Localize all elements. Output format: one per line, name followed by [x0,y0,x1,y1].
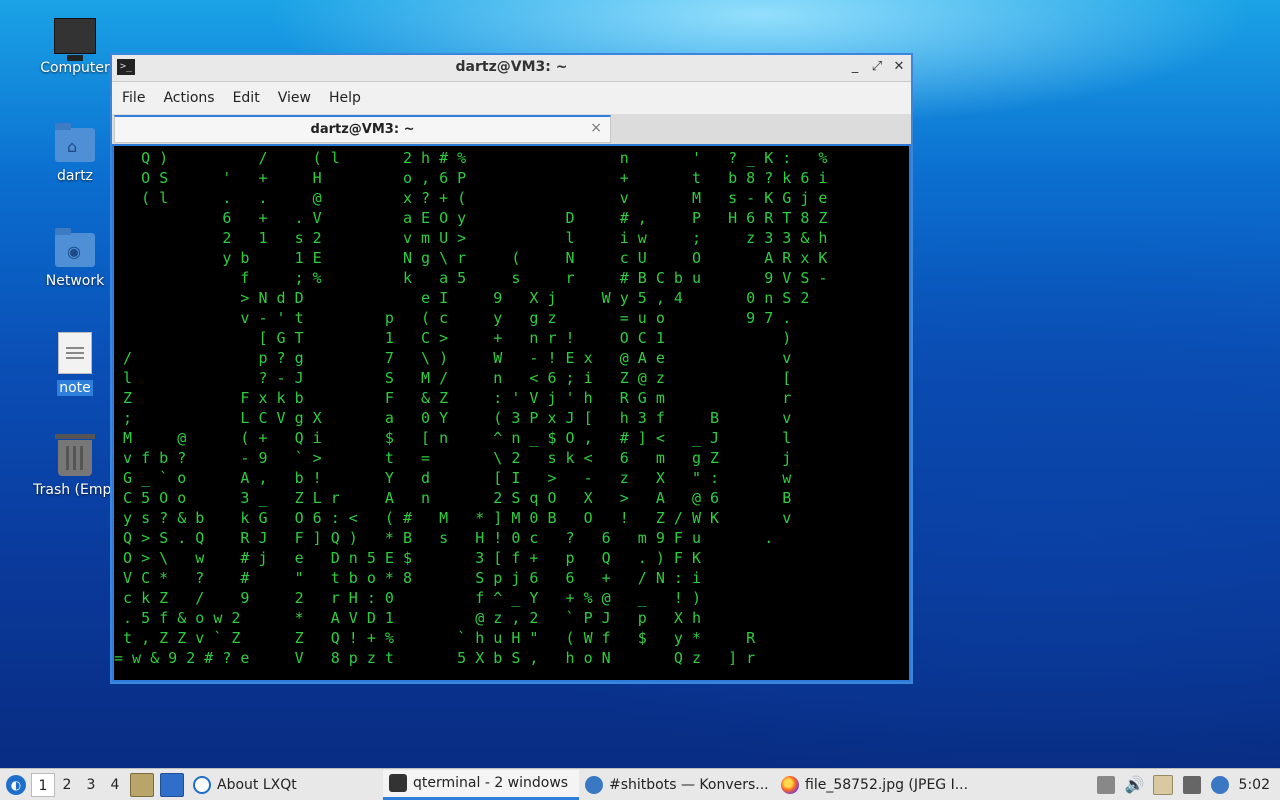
tab-close-icon[interactable]: × [590,120,602,136]
network-icon[interactable] [1182,775,1201,794]
window-titlebar[interactable]: >_ dartz@VM3: ~ _ ⤢ ✕ [112,55,911,82]
konversation-icon [585,775,603,794]
start-menu-button[interactable]: ◐ [1,770,31,800]
clipboard-icon[interactable] [1152,774,1173,795]
terminal-line: O > \ w # j e D n 5 E $ 3 [ f + p Q . ) … [114,549,701,567]
task-label: About LXQt [217,776,297,793]
removable-media-icon[interactable] [1096,775,1115,794]
task-label: file_58752.jpg (JPEG I... [805,776,969,793]
network-folder-icon: ◉ [55,228,95,267]
trash-icon [55,434,95,476]
desktop-icon-computer[interactable]: Computer [27,18,123,76]
task-label: #shitbots — Konvers... [609,776,769,793]
menu-bar: File Actions Edit View Help [112,82,911,114]
menu-actions[interactable]: Actions [163,90,224,106]
task-firefox-image[interactable]: file_58752.jpg (JPEG I... [775,770,975,800]
close-button[interactable]: ✕ [891,58,907,76]
volume-icon[interactable]: 🔊 [1125,775,1145,794]
lxqt-logo-icon: ◐ [6,774,26,795]
minimize-button[interactable]: _ [847,58,863,76]
system-tray: 🔊 5:02 [1096,774,1280,795]
terminal-line: 6 + . V a E O y D # , P H 6 R T 8 Z [114,209,828,227]
desktop-switch-3[interactable]: 3 [79,777,103,793]
terminal-line: M @ ( + Q i $ [ n ^ n _ $ O , # ] < _ J … [114,429,792,447]
terminal-line: c k Z / 9 2 r H : 0 f ^ _ Y + % @ _ ! ) [114,589,701,607]
terminal-line: v f b ? - 9 ` > t = \ 2 s k < 6 m g Z j [114,449,792,467]
clock[interactable]: 5:02 [1239,777,1270,793]
menu-view[interactable]: View [278,90,321,106]
update-notifier-icon[interactable] [1210,775,1229,794]
terminal-line: 2 1 s 2 v m U > l i w ; z 3 3 & h [114,229,828,247]
terminal-line: ( l . . @ x ? + ( v M s - K G j e [114,189,828,207]
terminal-line: t , Z Z v ` Z Z Q ! + % ` h u H " ( W f … [114,629,756,647]
terminal-line: l ? - J S M / n < 6 ; i Z @ z [ [114,369,792,387]
terminal-text: Q ) / ( l 2 h # % n ' ? _ K : % O S ' + … [114,148,827,668]
terminal-line: Q > S . Q R J F ] Q ) * B s H ! 0 c ? 6 … [114,529,774,547]
terminal-line: C 5 O o 3 _ Z L r A n 2 S q O X > A @ 6 … [114,489,792,507]
desktop-icon-trash[interactable]: Trash (Empt [27,434,123,498]
taskbar: ◐ 1 2 3 4 About LXQt qterminal - 2 windo… [0,768,1280,800]
terminal-line: O S ' + H o , 6 P + t b 8 ? k 6 i [114,169,828,187]
terminal-line: = w & 9 2 # ? e V 8 p z t 5 X b S , h o … [114,649,756,667]
terminal-line: y b 1 E N g \ r ( N c U O A R x K [114,249,828,267]
menu-file[interactable]: File [122,90,155,106]
desktop-icon-label: Computer [40,60,110,76]
terminal-window[interactable]: >_ dartz@VM3: ~ _ ⤢ ✕ File Actions Edit … [110,53,913,684]
desktop-icon-label: dartz [56,168,94,184]
terminal-icon [389,774,407,792]
info-icon [193,775,211,794]
desktop-switch-2[interactable]: 2 [55,777,79,793]
maximize-button[interactable]: ⤢ [869,58,885,76]
tab-terminal[interactable]: dartz@VM3: ~ × [114,115,611,143]
tab-title: dartz@VM3: ~ [310,122,415,137]
terminal-line: [ G T 1 C > + n r ! O C 1 ) [114,329,792,347]
computer-icon [54,18,96,61]
text-file-icon [58,332,92,374]
desktop-icon-network[interactable]: ◉ Network [27,228,123,289]
task-qterminal[interactable]: qterminal - 2 windows [383,769,579,800]
desktop-icon-label: note [57,380,93,396]
terminal-line: Z F x k b F & Z : ' V j ' h R G m r [114,389,792,407]
menu-edit[interactable]: Edit [233,90,270,106]
desktop-icon-home[interactable]: ⌂ dartz [27,123,123,184]
terminal-output[interactable]: Q ) / ( l 2 h # % n ' ? _ K : % O S ' + … [114,146,909,680]
terminal-line: y s ? & b k G O 6 : < ( # M * ] M 0 B O … [114,509,792,527]
desktop-switch-1[interactable]: 1 [31,772,55,797]
menu-help[interactable]: Help [329,90,371,106]
terminal-line: . 5 f & o w 2 * A V D 1 @ z , 2 ` P J p … [114,609,701,627]
tab-bar: dartz@VM3: ~ × [112,114,911,144]
terminal-line: Q ) / ( l 2 h # % n ' ? _ K : % [114,149,828,167]
home-folder-icon: ⌂ [55,123,95,162]
desktop-icon-label: Network [45,273,105,289]
desktop-switch-4[interactable]: 4 [103,777,127,793]
terminal-line: G _ ` o A , b ! Y d [ I > - z X " : w [114,469,792,487]
terminal-line: f ; % k a 5 s r # B C b u 9 V S - [114,269,828,287]
show-desktop-icon[interactable] [160,772,184,797]
file-manager-launcher-icon[interactable] [130,772,154,797]
window-title: dartz@VM3: ~ [455,59,568,75]
task-label: qterminal - 2 windows [413,775,569,791]
task-konversation[interactable]: #shitbots — Konvers... [579,770,775,800]
terminal-line: > N d D e I 9 X j W y 5 , 4 0 n S 2 [114,289,810,307]
desktop-icon-label: Trash (Empt [33,482,117,498]
desktop-icon-note[interactable]: note [27,332,123,396]
terminal-line: V C * ? # " t b o * 8 S p j 6 6 + / N : … [114,569,701,587]
task-about-lxqt[interactable]: About LXQt [187,770,383,800]
terminal-line: ; L C V g X a 0 Y ( 3 P x J [ h 3 f B v [114,409,792,427]
terminal-line: / p ? g 7 \ ) W - ! E x @ A e v [114,349,792,367]
terminal-line: v - ' t p ( c y g z = u o 9 7 . [114,309,792,327]
firefox-icon [781,775,799,794]
